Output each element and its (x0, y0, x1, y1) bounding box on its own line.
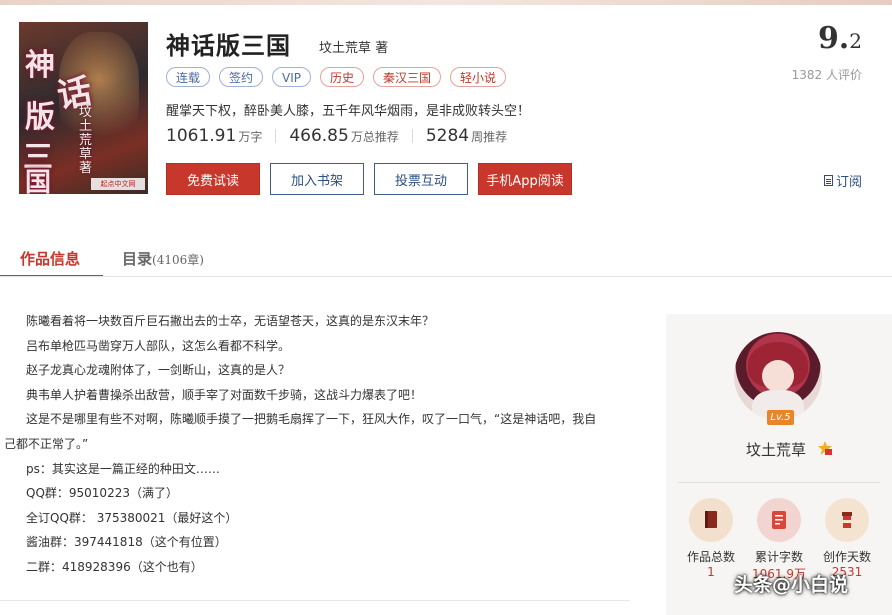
description-line: 酱油群：397441818（这个有位置） (26, 535, 227, 550)
score-decimal: 2 (849, 29, 862, 53)
subscribe-link[interactable]: 订阅 (823, 171, 862, 190)
author-avatar[interactable] (734, 332, 822, 420)
book-stats: 1061.91 万字 466.85 万总推荐 5284 周推荐 (166, 126, 507, 146)
stat-label: 作品总数 (686, 550, 735, 564)
cover-title-char: 版 (25, 100, 55, 135)
action-buttons: 免费试读 加入书架 投票互动 手机App阅读 (166, 163, 572, 195)
tab-catalog-label: 目录 (122, 250, 153, 268)
rating-count[interactable]: 1382 人评价 (792, 66, 862, 83)
book-description: 陈曦看着将一块数百斤巨石撇出去的士卒，无语望苍天，这真的是东汉末年？ 吕布单枪匹… (0, 309, 640, 580)
book-intro: 醒掌天下权，醉卧美人膝，五千年风华烟雨，是非成败转头空！ (166, 104, 531, 119)
author-panel-divider (678, 482, 880, 483)
cover-title-char: 神 (25, 48, 55, 83)
description-line: QQ群：95010223（满了） (26, 486, 178, 501)
score-integer: 9. (817, 21, 850, 56)
app-read-button[interactable]: 手机App阅读 (478, 163, 572, 195)
free-trial-button[interactable]: 免费试读 (166, 163, 260, 195)
description-line: 吕布单枪匹马凿穿万人部队，这怎么看都不科学。 (26, 338, 291, 353)
stat-label: 累计字数 (754, 550, 803, 564)
cup-icon (825, 498, 869, 542)
book-cover-image[interactable]: 神 话 版 三 国 坟土荒草著 起点中文网 (19, 22, 148, 194)
cover-author: 坟土荒草著 (79, 105, 93, 176)
author-vip-icon (818, 441, 832, 455)
description-line: 这是不是哪里有些不对啊，陈曦顺手摸了一把鹅毛扇挥了一下，狂风大作，叹了一口气，“… (26, 412, 597, 427)
description-line: 赵子龙真心龙魂附体了，一剑断山，这真的是人？ (26, 363, 291, 378)
tag-signed: 签约 (219, 67, 264, 87)
author-level-badge: Lv.5 (767, 410, 794, 425)
stat-label: 创作天数 (822, 550, 871, 564)
tag-list: 连载 签约 VIP 历史 秦汉三国 轻小说 (166, 67, 507, 87)
description-divider (0, 600, 630, 601)
weekly-recommend-unit: 周推荐 (471, 130, 508, 144)
subscribe-label: 订阅 (835, 175, 862, 190)
tag-light-novel[interactable]: 轻小说 (450, 67, 507, 87)
cover-publisher-stamp: 起点中文网 (91, 178, 145, 190)
author-stat-days: 创作天数 2531 (817, 498, 877, 579)
avatar-face (762, 360, 794, 392)
weekly-recommend: 5284 (425, 126, 470, 146)
divider (275, 129, 277, 143)
tag-status: 连载 (166, 67, 211, 87)
total-recommend: 466.85 (289, 126, 349, 146)
tabs-divider (0, 276, 892, 277)
description-line: 陈曦看着将一块数百斤巨石撇出去的士卒，无语望苍天，这真的是东汉末年？ (26, 314, 435, 328)
divider (411, 129, 413, 143)
document-icon (823, 175, 833, 186)
stat-value: 1 (707, 565, 715, 579)
book-icon (689, 498, 733, 542)
top-banner-strip (0, 0, 892, 5)
tab-catalog[interactable]: 目录(4106章) (122, 248, 204, 269)
author-stat-works: 作品总数 1 (681, 498, 741, 579)
tag-subcategory[interactable]: 秦汉三国 (373, 67, 442, 87)
score: 9.2 (818, 21, 862, 56)
author-link[interactable]: 坟土荒草 著 (319, 37, 388, 56)
description-line: 二群：418928396（这个也有） (26, 559, 203, 574)
chapter-count: (4106章) (152, 253, 204, 267)
total-recommend-unit: 万总推荐 (350, 130, 399, 144)
author-name[interactable]: 坟土荒草 (746, 439, 806, 460)
vote-button[interactable]: 投票互动 (374, 163, 468, 195)
tab-book-info[interactable]: 作品信息 (20, 248, 80, 269)
tag-vip: VIP (272, 67, 312, 87)
description-line: 己都不正常了。” (4, 436, 89, 451)
tag-category-history[interactable]: 历史 (320, 67, 365, 87)
description-line: 全订QQ群： 375380021（最好这个） (26, 510, 238, 525)
cover-title-char: 国 (25, 168, 52, 194)
description-line: ps：其实这是一篇正经的种田文…… (26, 461, 220, 476)
add-to-shelf-button[interactable]: 加入书架 (270, 163, 364, 195)
document-icon (757, 498, 801, 542)
description-line: 典韦单人护着曹操杀出敌营，顺手宰了对面数千步骑，这战斗力爆表了吧！ (26, 387, 423, 402)
word-count-unit: 万字 (238, 130, 263, 144)
book-title: 神话版三国 (166, 32, 291, 60)
watermark: 头条@小白说 (734, 574, 849, 596)
word-count: 1061.91 (166, 126, 237, 146)
